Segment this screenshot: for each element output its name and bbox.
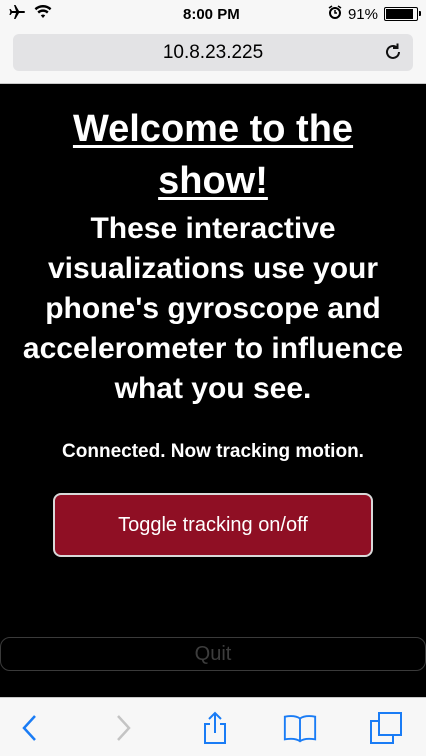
- book-icon: [283, 715, 317, 743]
- chevron-right-icon: [117, 715, 131, 741]
- back-button[interactable]: [12, 710, 48, 746]
- intro-text: These interactive visualizations use you…: [22, 212, 404, 405]
- status-time: 8:00 PM: [183, 5, 240, 23]
- wifi-icon: [34, 4, 52, 23]
- toggle-tracking-button[interactable]: Toggle tracking on/off: [53, 493, 373, 557]
- battery-level: [386, 9, 414, 19]
- battery-icon: [384, 7, 421, 21]
- status-bar: 8:00 PM 91%: [0, 0, 426, 28]
- page-content: Welcome to the show! These interactive v…: [0, 85, 426, 697]
- battery-percent: 91%: [347, 5, 378, 23]
- connection-status: Connected. Now tracking motion.: [62, 441, 364, 462]
- status-left: [8, 4, 52, 24]
- tabs-button[interactable]: [368, 710, 404, 746]
- share-icon: [204, 711, 226, 744]
- bookmarks-button[interactable]: [282, 710, 318, 746]
- alarm-icon: [328, 5, 342, 23]
- quit-button[interactable]: Quit: [0, 637, 426, 671]
- address-bar[interactable]: 10.8.23.225: [13, 34, 413, 71]
- status-right: 91%: [328, 5, 421, 23]
- browser-address-area: 10.8.23.225: [0, 28, 426, 84]
- reload-icon[interactable]: [383, 42, 403, 62]
- page-title: Welcome to the show!: [72, 108, 354, 202]
- browser-toolbar: [0, 697, 426, 756]
- forward-button[interactable]: [105, 710, 141, 746]
- share-button[interactable]: [197, 710, 233, 746]
- url-text: 10.8.23.225: [162, 41, 264, 63]
- tabs-icon: [370, 712, 402, 744]
- chevron-left-icon: [22, 715, 36, 741]
- airplane-icon: [8, 4, 26, 24]
